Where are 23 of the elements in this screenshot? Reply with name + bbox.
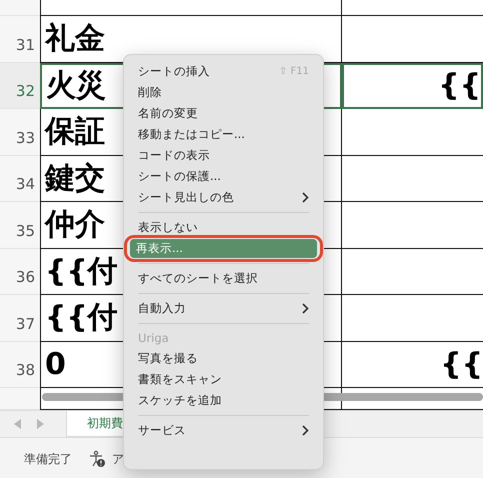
menu-item[interactable]: 移動またはコピー... <box>132 124 315 145</box>
row-number[interactable]: 34 <box>0 156 40 202</box>
menu-item[interactable]: シートの保護... <box>132 166 315 187</box>
row-number[interactable]: 31 <box>0 16 40 62</box>
row-number[interactable]: 32 <box>0 62 40 109</box>
menu-item[interactable]: 書類をスキャン <box>132 369 315 390</box>
menu-item[interactable]: 写真を撮る <box>132 348 315 369</box>
table-cell: {{ <box>342 342 483 388</box>
row-number[interactable]: 37 <box>0 295 40 342</box>
status-text: 準備完了 <box>24 450 72 468</box>
menu-item[interactable]: 表示しない <box>132 217 315 238</box>
menu-item[interactable]: 自動入力 <box>132 298 315 319</box>
row-number[interactable]: 36 <box>0 248 40 295</box>
menu-item[interactable]: スケッチを追加 <box>132 390 315 411</box>
row-number[interactable]: 33 <box>0 109 40 156</box>
menu-item[interactable]: 再表示... <box>130 239 317 258</box>
row-number[interactable]: 35 <box>0 202 40 248</box>
menu-item[interactable]: シートの挿入 ⇧ F11 <box>132 61 315 82</box>
accessibility-status[interactable]: ア <box>112 450 124 468</box>
menu-item[interactable]: すべてのシートを選択 <box>132 268 315 289</box>
menu-item[interactable]: 削除 <box>132 82 315 103</box>
row-number[interactable]: 38 <box>0 342 40 388</box>
table-cell: {{ <box>342 62 483 109</box>
